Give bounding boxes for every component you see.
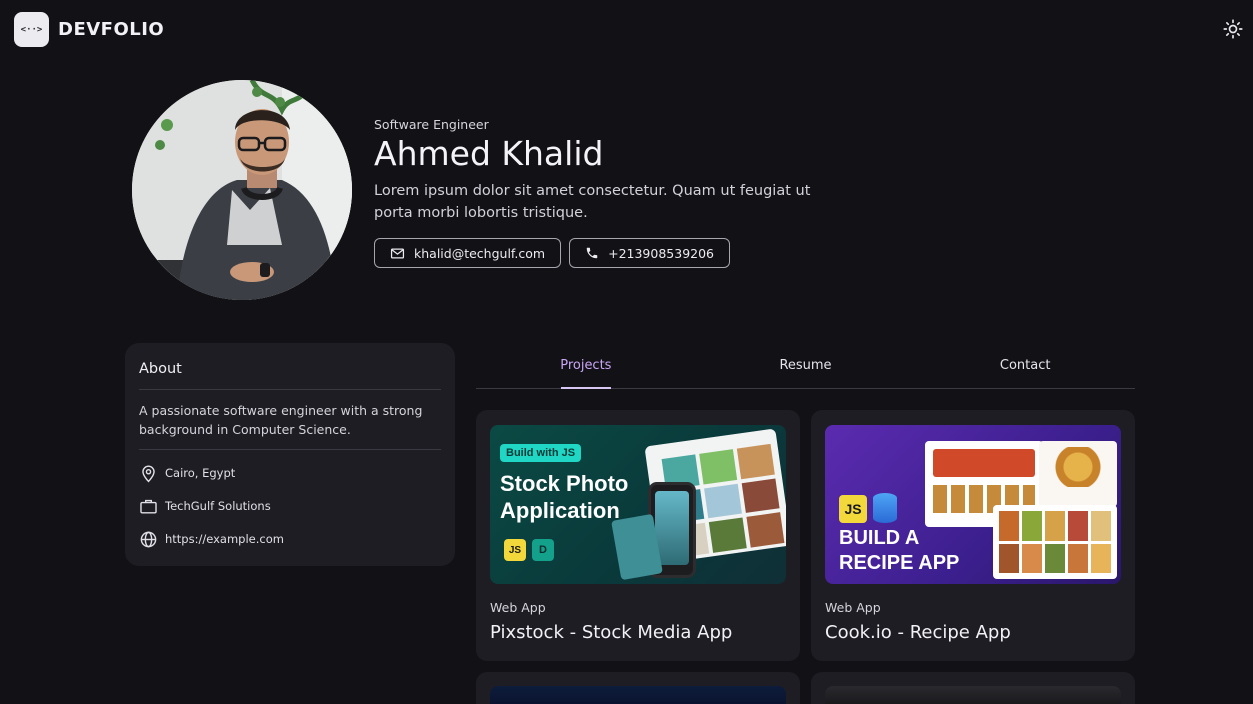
project-title: Cook.io - Recipe App <box>825 622 1011 643</box>
tab-contact[interactable]: Contact <box>915 350 1135 388</box>
globe-icon <box>140 531 157 547</box>
thumb-headline: RECIPE APP <box>839 552 960 574</box>
project-category: Web App <box>490 600 546 615</box>
sun-icon <box>1223 19 1243 39</box>
database-icon <box>873 493 897 523</box>
project-thumbnail <box>490 686 786 704</box>
tab-bar: Projects Resume Contact <box>476 350 1135 389</box>
hero-section: Software Engineer Ahmed Khalid Lorem ips… <box>374 117 854 269</box>
about-location: Cairo, Egypt <box>139 463 441 483</box>
mail-icon <box>390 248 405 259</box>
thumb-headline: BUILD A <box>839 527 920 549</box>
job-title: Software Engineer <box>374 117 489 132</box>
logo-text: DEVFOLIO <box>58 19 165 40</box>
project-card[interactable] <box>811 672 1135 704</box>
about-description: A passionate software engineer with a st… <box>139 403 423 437</box>
profile-bio: Lorem ipsum dolor sit amet consectetur. … <box>374 183 811 222</box>
code-icon: <··> <box>14 12 49 47</box>
email-chip[interactable]: khalid@techgulf.com <box>374 238 562 269</box>
project-title: Pixstock - Stock Media App <box>490 622 733 643</box>
about-company: TechGulf Solutions <box>139 496 441 516</box>
app-screenshot <box>1039 441 1117 507</box>
tab-projects[interactable]: Projects <box>476 350 696 388</box>
tab-resume[interactable]: Resume <box>696 350 916 388</box>
phone-chip[interactable]: +213908539206 <box>569 238 731 269</box>
project-category: Web App <box>825 600 881 615</box>
project-thumbnail: JS BUILD A RECIPE APP <box>825 425 1121 584</box>
profile-name: Ahmed Khalid <box>374 134 604 173</box>
about-card: About A passionate software engineer wit… <box>125 343 455 566</box>
email-text: khalid@techgulf.com <box>414 245 546 261</box>
about-website[interactable]: https://example.com <box>139 529 441 549</box>
contact-chips: khalid@techgulf.com +213908539206 <box>374 238 854 269</box>
project-thumbnail <box>825 686 1121 704</box>
project-thumbnail: Build with JS Stock Photo Application JS… <box>490 425 786 584</box>
thumb-tag: Build with JS <box>500 444 582 462</box>
thumb-headline: Application <box>500 498 620 523</box>
js-logo-icon: JS <box>504 539 526 561</box>
theme-toggle-button[interactable] <box>1221 17 1245 41</box>
divider <box>139 389 441 390</box>
divider <box>139 449 441 450</box>
avatar <box>132 80 352 300</box>
phone-text: +213908539206 <box>608 245 715 261</box>
briefcase-icon <box>140 499 157 514</box>
project-card[interactable]: JS BUILD A RECIPE APP Web App Cook.io - … <box>811 410 1135 661</box>
thumb-headline: Stock Photo <box>500 471 629 496</box>
about-title: About <box>139 361 182 377</box>
location-pin-icon <box>142 465 155 482</box>
phone-icon <box>586 248 598 259</box>
project-card[interactable] <box>476 672 800 704</box>
app-logo-icon: D <box>532 539 554 561</box>
app-screenshot <box>993 505 1117 579</box>
logo[interactable]: <··> DEVFOLIO <box>14 12 164 47</box>
project-card[interactable]: Build with JS Stock Photo Application JS… <box>476 410 800 661</box>
js-logo-icon: JS <box>839 495 867 523</box>
